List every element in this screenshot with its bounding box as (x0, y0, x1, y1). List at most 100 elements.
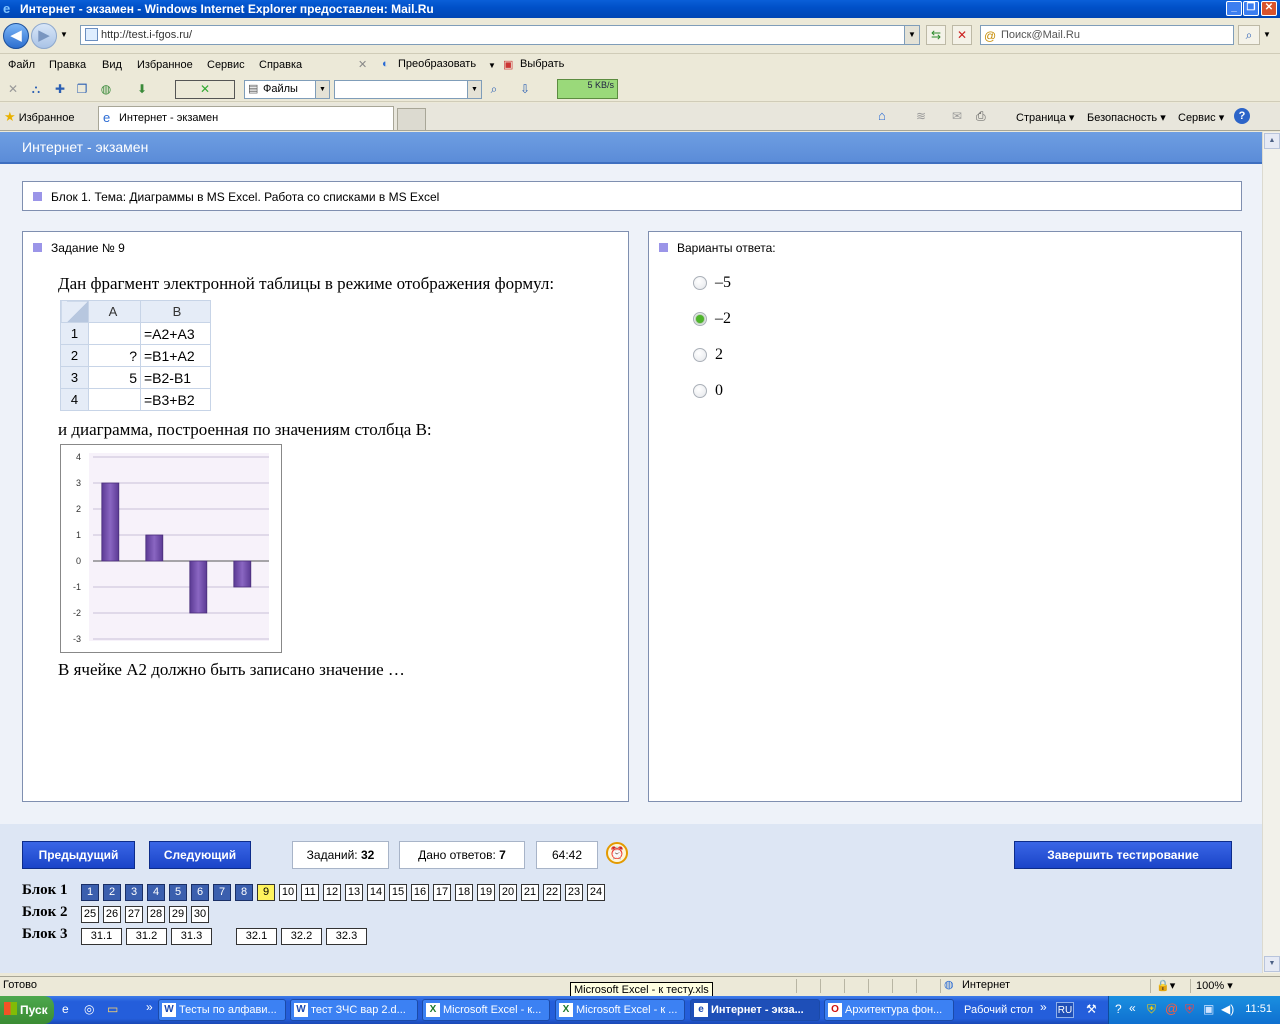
prev-button[interactable]: Предыдущий (22, 841, 135, 869)
finish-test-button[interactable]: Завершить тестирование (1014, 841, 1232, 869)
question-link[interactable]: 21 (521, 884, 539, 901)
question-link[interactable]: 4 (147, 884, 165, 901)
down-arrow-icon[interactable]: ⇩ (517, 81, 533, 97)
search-go-icon[interactable]: ⌕ (486, 81, 502, 97)
tool-icon[interactable]: ⚒ (1086, 1002, 1097, 1016)
question-link[interactable]: 28 (147, 906, 165, 923)
question-link[interactable]: 8 (235, 884, 253, 901)
quicklaunch-icon[interactable]: ◎ (84, 1002, 94, 1016)
question-link[interactable]: 14 (367, 884, 385, 901)
question-link[interactable]: 19 (477, 884, 495, 901)
help-tray-icon[interactable]: ? (1115, 1002, 1122, 1016)
search-input[interactable]: @ Поиск@Mail.Ru (980, 25, 1234, 45)
scroll-down-icon[interactable]: ▼ (1264, 956, 1280, 972)
question-link[interactable]: 9 (257, 884, 275, 901)
maximize-button[interactable]: ❐ (1243, 1, 1259, 16)
history-dropdown-icon[interactable]: ▼ (60, 30, 68, 39)
antivirus-icon[interactable]: ⛨ (1185, 1002, 1194, 1017)
tools-menu[interactable]: Сервис ▾ (1178, 111, 1224, 124)
zoom-level[interactable]: 100% ▾ (1196, 979, 1233, 992)
feeds-icon[interactable]: ≋ (916, 109, 926, 123)
question-link[interactable]: 32.3 (326, 928, 367, 945)
toolbar-icon-1[interactable]: ⛬ (28, 81, 44, 97)
desktop-more-icon[interactable]: » (1040, 1000, 1047, 1014)
address-input[interactable]: http://test.i-fgos.ru/ (80, 25, 920, 45)
add-icon[interactable]: ✚ (52, 81, 68, 97)
select-button[interactable]: Выбрать (520, 58, 564, 70)
question-link[interactable]: 11 (301, 884, 319, 901)
language-indicator[interactable]: RU (1056, 1002, 1074, 1018)
question-link[interactable]: 7 (213, 884, 231, 901)
question-link[interactable]: 12 (323, 884, 341, 901)
question-link[interactable]: 15 (389, 884, 407, 901)
question-link[interactable]: 3 (125, 884, 143, 901)
question-link[interactable]: 23 (565, 884, 583, 901)
convert-button[interactable]: Преобразовать (398, 58, 476, 70)
question-link[interactable]: 31.3 (171, 928, 212, 945)
question-link[interactable]: 17 (433, 884, 451, 901)
page-menu[interactable]: Страница ▾ (1016, 111, 1074, 124)
stop-button[interactable]: ✕ (952, 25, 972, 45)
globe-icon[interactable]: ◍ (98, 81, 114, 97)
menu-file[interactable]: Файл (8, 59, 35, 71)
network-icon[interactable]: ▣ (1203, 1002, 1214, 1016)
volume-icon[interactable]: ◀) (1221, 1002, 1234, 1016)
windows-icon[interactable]: ❐ (74, 81, 90, 97)
menu-edit[interactable]: Правка (49, 59, 86, 71)
next-button[interactable]: Следующий (149, 841, 251, 869)
help-icon[interactable]: ? (1234, 108, 1250, 124)
question-link[interactable]: 1 (81, 884, 99, 901)
close-icon[interactable]: ✕ (5, 81, 21, 97)
question-link[interactable]: 30 (191, 906, 209, 923)
vertical-scrollbar[interactable]: ▲ ▼ (1262, 132, 1280, 973)
question-link[interactable]: 24 (587, 884, 605, 901)
tab-current[interactable]: e Интернет - экзамен (98, 106, 394, 130)
menu-help[interactable]: Справка (259, 59, 302, 71)
media-button[interactable]: ✕ (175, 80, 235, 99)
question-link[interactable]: 25 (81, 906, 99, 923)
ie-quicklaunch-icon[interactable]: e (62, 1002, 69, 1016)
question-link[interactable]: 2 (103, 884, 121, 901)
search-combo[interactable]: ▼ (334, 80, 482, 99)
scroll-up-icon[interactable]: ▲ (1264, 133, 1280, 149)
desktop-toolbar[interactable]: Рабочий стол (964, 1004, 1033, 1016)
convert-dropdown-icon[interactable]: ▼ (488, 61, 496, 70)
mailru-agent-icon[interactable]: @ (1165, 1001, 1178, 1016)
print-icon[interactable]: ⎙ (976, 109, 986, 124)
question-link[interactable]: 18 (455, 884, 473, 901)
download-icon[interactable]: ⬇ (134, 81, 150, 97)
taskbar-item[interactable]: X Microsoft Excel - к ... (555, 999, 685, 1021)
question-link[interactable]: 31.2 (126, 928, 167, 945)
favorites-button[interactable]: ★ Избранное (4, 109, 74, 125)
files-select[interactable]: ▤ Файлы ▼ (244, 80, 330, 99)
taskbar-item[interactable]: W Тесты по алфави... (158, 999, 286, 1021)
question-link[interactable]: 27 (125, 906, 143, 923)
question-link[interactable]: 32.2 (281, 928, 322, 945)
folder-icon[interactable]: ▭ (107, 1002, 118, 1016)
menu-tools[interactable]: Сервис (207, 59, 245, 71)
question-link[interactable]: 31.1 (81, 928, 122, 945)
mail-icon[interactable]: ✉ (952, 109, 962, 123)
question-link[interactable]: 10 (279, 884, 297, 901)
question-link[interactable]: 26 (103, 906, 121, 923)
answer-radio[interactable] (693, 276, 707, 290)
answer-radio[interactable] (693, 312, 707, 326)
more-quicklaunch-icon[interactable]: » (146, 1000, 153, 1014)
safety-menu[interactable]: Безопасность ▾ (1087, 111, 1166, 124)
menu-view[interactable]: Вид (102, 59, 122, 71)
answer-radio[interactable] (693, 384, 707, 398)
compatibility-icon[interactable]: ⇆ (926, 25, 946, 45)
taskbar-item[interactable]: X Microsoft Excel - к... (422, 999, 550, 1021)
address-dropdown-button[interactable]: ▼ (904, 25, 920, 45)
taskbar-item[interactable]: O Архитектура фон... (824, 999, 954, 1021)
home-icon[interactable]: ⌂ (878, 108, 886, 123)
back-button[interactable]: ◀ (3, 23, 29, 49)
start-button[interactable]: Пуск (0, 996, 54, 1024)
shield-icon[interactable]: ⛨ (1147, 1002, 1156, 1017)
question-link[interactable]: 20 (499, 884, 517, 901)
protected-mode-icon[interactable]: 🔒▾ (1156, 979, 1175, 992)
question-link[interactable]: 16 (411, 884, 429, 901)
search-button[interactable]: ⌕ (1238, 25, 1260, 45)
question-link[interactable]: 32.1 (236, 928, 277, 945)
minimize-button[interactable]: _ (1226, 1, 1242, 16)
